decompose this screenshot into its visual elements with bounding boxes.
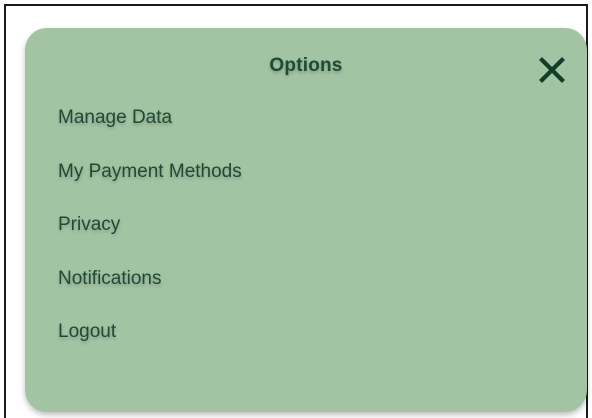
- options-menu: Manage Data My Payment Methods Privacy N…: [58, 106, 242, 374]
- menu-item-logout[interactable]: Logout: [58, 320, 242, 374]
- menu-item-privacy[interactable]: Privacy: [58, 213, 242, 267]
- options-dialog: Options Manage Data My Payment Methods P…: [25, 28, 587, 412]
- close-button[interactable]: [537, 55, 567, 85]
- menu-item-manage-data[interactable]: Manage Data: [58, 106, 242, 160]
- dialog-title: Options: [269, 55, 343, 76]
- close-icon: [539, 57, 565, 83]
- menu-item-payment-methods[interactable]: My Payment Methods: [58, 160, 242, 214]
- window-frame: Options Manage Data My Payment Methods P…: [4, 4, 588, 418]
- menu-item-notifications[interactable]: Notifications: [58, 267, 242, 321]
